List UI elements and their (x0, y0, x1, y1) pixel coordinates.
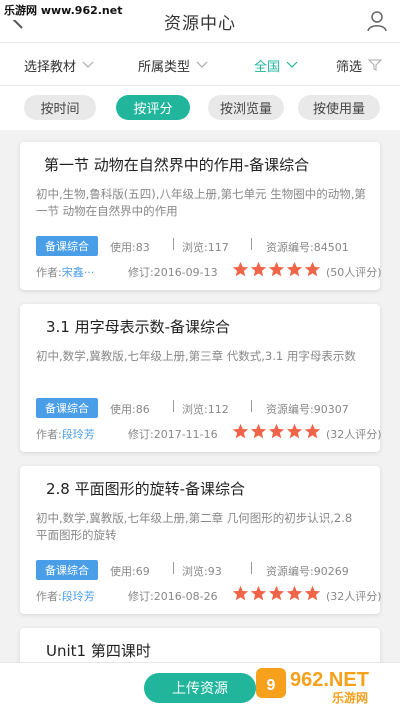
divider (173, 400, 174, 412)
author-name[interactable]: 段玲芳 (62, 428, 95, 441)
star-icon (286, 261, 303, 277)
filter-textbook-label: 选择教材 (24, 59, 77, 75)
resource-id: 资源编号:90269 (266, 565, 349, 578)
star-icon (286, 585, 303, 601)
resource-description: 初中,数学,冀教版,七年级上册,第二章 几何图形的初步认识,2.8 平面图形的旋… (36, 511, 353, 542)
resource-id: 资源编号:90307 (266, 403, 349, 416)
resource-type-badge: 备课综合 (36, 560, 98, 580)
chevron-down-icon (196, 61, 208, 68)
author: 作者:段玲芳 (36, 588, 95, 604)
usage-count: 使用:86 (110, 403, 150, 416)
star-icon (304, 261, 321, 277)
watermark-text: 乐游网 www.962.net (0, 0, 127, 20)
star-icon (268, 423, 285, 439)
filter-screen-label: 筛选 (336, 59, 363, 75)
revised-date: 修订:2016-08-26 (128, 590, 218, 603)
filter-screen[interactable]: 筛选 (336, 43, 383, 87)
star-icon (268, 585, 285, 601)
resource-card[interactable]: 第一节 动物在自然界中的作用-备课综合 初中,生物,鲁科版(五四),八年级上册,… (20, 142, 382, 290)
author: 作者:段玲芳 (36, 426, 95, 442)
chevron-down-icon (286, 61, 298, 68)
sort-bar: 按时间 按评分 按浏览量 按使用量 (0, 86, 400, 130)
star-icon (232, 585, 249, 601)
divider (173, 562, 174, 574)
watermark-sub: 乐游网 (332, 690, 368, 705)
chevron-down-icon (82, 61, 94, 68)
rating-count: (32人评分) (326, 590, 382, 603)
rating-stars (232, 261, 322, 278)
revised-date: 修订:2017-11-16 (128, 428, 218, 441)
resource-description: 初中,生物,鲁科版(五四),八年级上册,第七单元 生物圈中的动物,第一节 动物在… (36, 187, 366, 218)
divider (173, 238, 174, 250)
author-label: 作者: (36, 428, 62, 441)
author-name[interactable]: 宋鑫··· (62, 266, 95, 279)
filter-textbook[interactable]: 选择教材 (24, 43, 94, 87)
star-icon (232, 261, 249, 277)
divider (251, 238, 252, 250)
usage-count: 使用:69 (110, 565, 150, 578)
user-profile-icon[interactable] (366, 10, 388, 32)
filter-type[interactable]: 所属类型 (138, 43, 208, 87)
resource-title: 第一节 动物在自然界中的作用-备课综合 (44, 156, 310, 174)
rating-count: (32人评分) (326, 428, 382, 441)
resource-card[interactable]: 2.8 平面图形的旋转-备课综合 初中,数学,冀教版,七年级上册,第二章 几何图… (20, 466, 382, 614)
revised-date: 修订:2016-09-13 (128, 266, 218, 279)
resource-type-badge: 备课综合 (36, 398, 98, 418)
sort-by-rating-button[interactable]: 按评分 (116, 95, 190, 120)
star-icon (268, 261, 285, 277)
resource-type-badge: 备课综合 (36, 236, 98, 256)
sort-by-usage-button[interactable]: 按使用量 (298, 95, 380, 120)
resource-title: 3.1 用字母表示数-备课综合 (46, 318, 231, 336)
sort-by-time-button[interactable]: 按时间 (24, 95, 96, 120)
rating-stars (232, 585, 322, 602)
star-icon (250, 261, 267, 277)
view-count: 浏览:112 (182, 403, 229, 416)
divider (251, 400, 252, 412)
funnel-icon (368, 59, 383, 71)
star-icon (232, 423, 249, 439)
svg-text:9: 9 (267, 677, 276, 694)
watermark-brand: 962.NET (290, 669, 369, 691)
author-label: 作者: (36, 590, 62, 603)
star-icon (250, 585, 267, 601)
watermark-logo: 9 962.NET 乐游网 (256, 668, 369, 705)
resource-title: 2.8 平面图形的旋转-备课综合 (46, 480, 246, 498)
star-icon (250, 423, 267, 439)
star-icon (304, 423, 321, 439)
resource-id: 资源编号:84501 (266, 241, 349, 254)
page-title: 资源中心 (164, 13, 236, 34)
star-icon (286, 423, 303, 439)
resource-card[interactable]: 3.1 用字母表示数-备课综合 初中,数学,冀教版,七年级上册,第三章 代数式,… (20, 304, 382, 452)
sort-by-views-button[interactable]: 按浏览量 (208, 95, 284, 120)
divider (251, 562, 252, 574)
filter-bar: 选择教材 所属类型 全国 筛选 (0, 42, 400, 86)
author: 作者:宋鑫··· (36, 264, 94, 280)
resource-title: Unit1 第四课时 (46, 642, 151, 660)
rating-count: (50人评分) (326, 266, 382, 279)
resource-description: 初中,数学,冀教版,七年级上册,第三章 代数式,3.1 用字母表示数 (36, 349, 356, 363)
star-icon (304, 585, 321, 601)
filter-region[interactable]: 全国 (254, 43, 298, 87)
author-label: 作者: (36, 266, 62, 279)
filter-region-label: 全国 (254, 59, 281, 75)
view-count: 浏览:117 (182, 241, 229, 254)
author-name[interactable]: 段玲芳 (62, 590, 95, 603)
usage-count: 使用:83 (110, 241, 150, 254)
filter-type-label: 所属类型 (138, 59, 191, 75)
rating-stars (232, 423, 322, 440)
view-count: 浏览:93 (182, 565, 222, 578)
upload-resource-button[interactable]: 上传资源 (144, 673, 256, 703)
